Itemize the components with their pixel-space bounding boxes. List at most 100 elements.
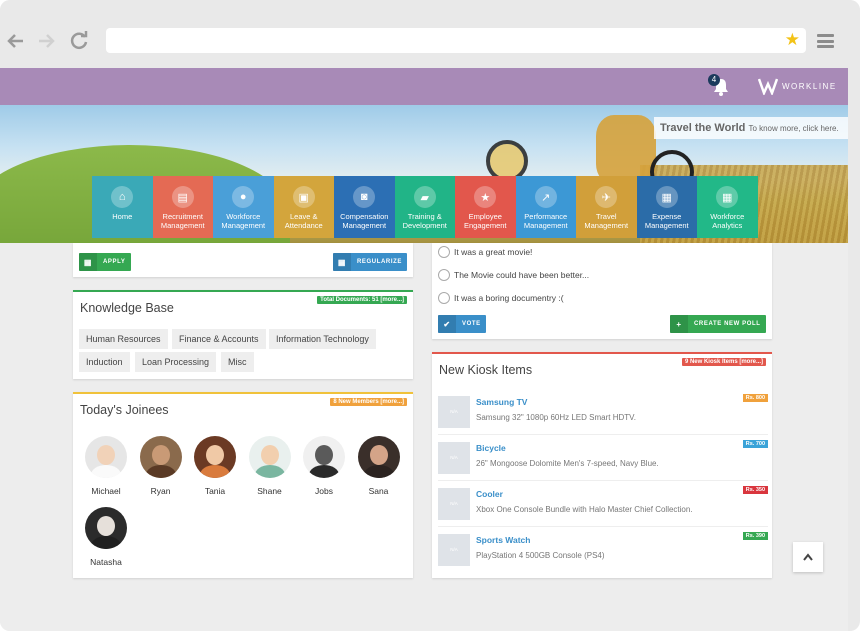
poll-option-label: The Movie could have been better... (454, 270, 590, 280)
browser-toolbar: ★ (0, 0, 860, 68)
plane-icon: ✈ (595, 186, 618, 208)
joinee[interactable]: Tania (187, 436, 243, 496)
module-tile[interactable]: ● Workforce Management (213, 176, 274, 238)
poll-option[interactable]: It was a boring documentry :( (438, 291, 564, 305)
create-poll-button[interactable]: + CREATE NEW POLL (670, 315, 766, 333)
briefcase-icon: ▣ (292, 186, 315, 208)
workline-logo[interactable]: WORKLINE (758, 74, 837, 98)
radio-button[interactable] (438, 269, 450, 281)
kiosk-item[interactable]: N/A Samsung TV Samsung 32" 1080p 60Hz LED … (438, 394, 768, 428)
avatar (303, 436, 345, 478)
avatar-face (151, 445, 170, 465)
price-badge: Rs. 350 (742, 486, 768, 494)
book-icon: ▰ (413, 186, 436, 208)
radio-button[interactable] (438, 246, 450, 258)
module-tile[interactable]: ▰ Training & Development (394, 176, 455, 238)
home-icon: ⌂ (111, 186, 134, 208)
module-label: Workforce Management (221, 212, 266, 230)
joinee-name: Natasha (90, 557, 122, 567)
scroll-to-top-button[interactable] (793, 542, 823, 572)
user-icon: ● (232, 186, 255, 208)
product-name[interactable]: Bicycle (476, 443, 506, 453)
poll-option-label: It was a great movie! (454, 247, 533, 257)
module-tile[interactable]: ▣ Leave & Attendance (273, 176, 334, 238)
module-tile[interactable]: ↗ Performance Management (515, 176, 576, 238)
regularize-button[interactable]: ▦ REGULARIZE (333, 253, 407, 271)
joinee-name: Sana (368, 486, 389, 496)
travel-promo-link[interactable]: Travel the World To know more, click her… (654, 117, 848, 139)
module-tile[interactable]: ◙ Compensation Management (334, 176, 395, 238)
document-icon: ▤ (171, 186, 194, 208)
avatar (357, 436, 400, 478)
joinee-name: Michael (91, 486, 121, 496)
arrow-right-icon (39, 34, 55, 48)
product-description: PlayStation 4 500GB Console (PS4) (476, 551, 605, 560)
calendar-icon: ▦ (79, 253, 97, 271)
module-tile[interactable]: ★ Employee Engagement (455, 176, 516, 238)
category-tag[interactable]: Induction (79, 352, 130, 372)
joinee[interactable]: Jobs (296, 436, 352, 496)
module-tile[interactable]: ▤ Recruitment Management (152, 176, 213, 238)
joinee[interactable]: Ryan (133, 436, 189, 496)
joinee[interactable]: Sana (351, 436, 407, 496)
product-thumbnail: N/A (438, 488, 470, 520)
module-label: Leave & Attendance (284, 212, 323, 230)
category-tag[interactable]: Finance & Accounts (172, 329, 266, 349)
joinee-name: Jobs (315, 486, 333, 496)
module-label: Compensation Management (340, 212, 389, 230)
joinee[interactable]: Michael (78, 436, 134, 496)
price-badge: Rs. 700 (742, 440, 768, 448)
joinee-name: Tania (204, 486, 226, 496)
module-label: Employee Engagement (463, 212, 507, 230)
category-tag[interactable]: Misc (221, 352, 254, 372)
browser-window: ★ 4 WORKLINE Travel the World To know mo… (0, 0, 860, 631)
category-tag[interactable]: Information Technology (269, 329, 376, 349)
kiosk-item[interactable]: N/A Bicycle 26" Mongoose Dolomite Men's 7-… (438, 440, 768, 474)
check-icon: ✔ (438, 315, 456, 333)
kiosk-item[interactable]: N/A Sports Watch PlayStation 4 500GB Conso… (438, 532, 768, 566)
radio-button[interactable] (438, 292, 450, 304)
new-members-badge[interactable]: 8 New Members [more...] (330, 398, 407, 406)
joinee[interactable]: Shane (242, 436, 298, 496)
product-thumbnail: N/A (438, 396, 470, 428)
product-name[interactable]: Samsung TV (476, 397, 527, 407)
category-tag[interactable]: Loan Processing (135, 352, 217, 372)
notification-count-badge: 4 (708, 74, 720, 86)
kiosk-item[interactable]: N/A Cooler Xbox One Console Bundle with Ha… (438, 486, 768, 520)
reload-icon (70, 31, 88, 49)
kiosk-count-badge[interactable]: 9 New Kiosk Items [more...] (681, 358, 766, 366)
module-label: Performance Management (523, 212, 568, 230)
chart-icon: ↗ (534, 186, 557, 208)
vote-button[interactable]: ✔ VOTE (438, 315, 486, 333)
avatar-body (254, 465, 285, 478)
apply-leave-button[interactable]: ▦ APPLY (79, 253, 131, 271)
product-name[interactable]: Sports Watch (476, 535, 530, 545)
divider (438, 434, 768, 435)
poll-option[interactable]: The Movie could have been better... (438, 268, 589, 282)
module-label: Home (112, 212, 133, 221)
address-bar[interactable]: ★ (106, 28, 806, 53)
notifications-bell[interactable]: 4 (708, 74, 730, 97)
poll-option-label: It was a boring documentry :( (454, 293, 564, 303)
forward-button[interactable] (31, 26, 61, 56)
poll-option[interactable]: It was a great movie! (438, 245, 532, 259)
card-title: New Kiosk Items (439, 363, 533, 377)
module-tile[interactable]: ▦ Workforce Analytics (697, 176, 758, 238)
module-tile[interactable]: ✈ Travel Management (576, 176, 637, 238)
logo-icon (758, 78, 778, 95)
back-button[interactable] (1, 26, 31, 56)
joinee[interactable]: Natasha (78, 507, 134, 567)
module-tile[interactable]: ▦ Expense Management (636, 176, 697, 238)
product-name[interactable]: Cooler (476, 489, 503, 499)
documents-count-badge[interactable]: Total Documents: 51 [more...] (317, 296, 407, 304)
reload-button[interactable] (64, 26, 94, 56)
module-tile[interactable]: ⌂ Home (92, 176, 153, 238)
hamburger-menu-icon[interactable] (817, 34, 834, 48)
todays-joinees-card: Today's Joinees 8 New Members [more...] … (73, 392, 413, 578)
bookmark-star-icon[interactable]: ★ (785, 30, 800, 50)
product-thumbnail: N/A (438, 442, 470, 474)
module-navigation: ⌂ Home ▤ Recruitment Management ● Workforce M… (92, 176, 758, 238)
avatar-body (363, 465, 394, 478)
avatar (85, 507, 127, 549)
category-tag[interactable]: Human Resources (79, 329, 168, 349)
